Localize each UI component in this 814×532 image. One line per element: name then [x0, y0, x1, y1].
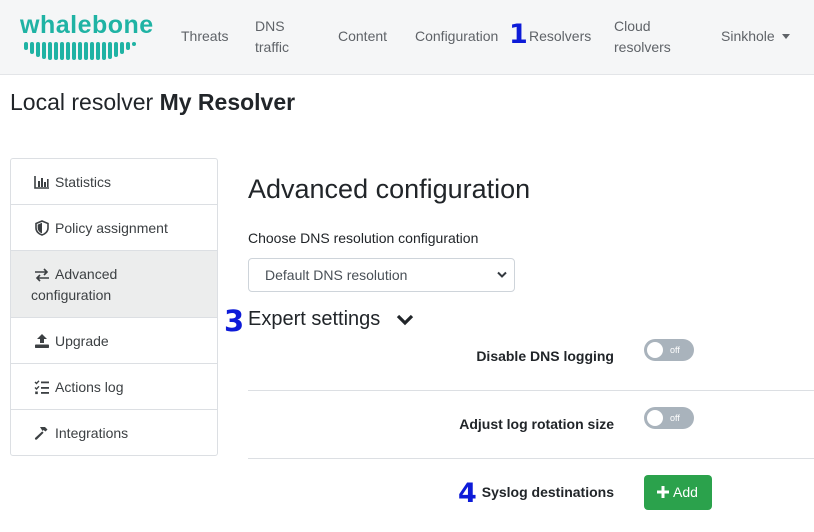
whalebone-logo[interactable]: whalebone [20, 12, 153, 60]
sidebar-item-policy-assignment[interactable]: Policy assignment [11, 205, 217, 251]
annotation-marker-1: 1 [509, 19, 528, 50]
sidebar-label-statistics: Statistics [55, 174, 112, 190]
syslog-destinations-label: Syslog destinations [481, 484, 614, 500]
row-divider [248, 458, 814, 459]
sidebar-item-integrations[interactable]: Integrations [11, 410, 217, 456]
nav-threats[interactable]: Threats [181, 26, 228, 47]
dns-resolution-label: Choose DNS resolution configuration [248, 230, 479, 246]
section-title: Advanced configuration [248, 174, 531, 204]
resolver-name: My Resolver [159, 89, 296, 115]
chevron-down-icon [497, 271, 507, 278]
logo-text: whalebone [20, 11, 154, 39]
row-divider [248, 390, 814, 391]
resolver-sidebar: Statistics Policy assignment Advanced co… [10, 158, 218, 456]
caret-down-icon [781, 33, 790, 39]
toggle-knob [647, 342, 663, 358]
sidebar-label-actions-log: Actions log [55, 379, 124, 395]
expert-settings-toggle[interactable]: Expert settings [248, 308, 380, 331]
toggle-state-text: off [670, 345, 680, 355]
sidebar-label-policy-assignment: Policy assignment [55, 220, 168, 236]
bar-chart-icon [34, 176, 49, 189]
upload-icon [35, 334, 49, 348]
chevron-down-icon[interactable] [396, 313, 414, 327]
nav-configuration[interactable]: Configuration [415, 26, 498, 47]
sidebar-item-advanced-configuration[interactable]: Advanced configuration [11, 251, 217, 318]
nav-dns-traffic-line2: traffic [255, 39, 289, 55]
add-syslog-destination-button[interactable]: Add [644, 475, 712, 510]
sidebar-label-upgrade: Upgrade [55, 333, 109, 349]
plus-icon [657, 486, 669, 498]
sidebar-label-advanced-line2: configuration [31, 287, 112, 303]
toggle-knob [647, 410, 663, 426]
add-button-label: Add [673, 484, 698, 500]
sidebar-item-upgrade[interactable]: Upgrade [11, 318, 217, 364]
hammer-icon [34, 427, 48, 440]
log-rotation-size-toggle[interactable]: off [644, 407, 694, 429]
page-title: Local resolver My Resolver [10, 89, 295, 116]
exchange-arrows-icon [35, 268, 49, 282]
nav-cloud-line2: resolvers [614, 39, 671, 55]
disable-dns-logging-label: Disable DNS logging [476, 348, 614, 364]
page-title-prefix: Local resolver [10, 89, 154, 115]
toggle-state-text: off [670, 413, 680, 423]
nav-cloud-line1: Cloud [614, 18, 651, 34]
sidebar-label-integrations: Integrations [55, 425, 129, 441]
checklist-icon [34, 380, 49, 395]
annotation-marker-3: 3 [224, 304, 245, 338]
nav-content[interactable]: Content [338, 26, 387, 47]
logo-waves-icon [24, 42, 136, 60]
dns-resolution-select-value: Default DNS resolution [265, 267, 408, 283]
sidebar-label-advanced-line1: Advanced [55, 266, 118, 282]
top-navbar: whalebone Threats DNS traffic Content Co… [0, 0, 814, 75]
nav-cloud-resolvers[interactable]: Cloud resolvers [614, 16, 671, 58]
nav-resolvers[interactable]: Resolvers [529, 26, 591, 47]
sidebar-item-actions-log[interactable]: Actions log [11, 364, 217, 410]
dns-resolution-select[interactable]: Default DNS resolution [248, 258, 515, 292]
nav-dns-traffic-line1: DNS [255, 18, 285, 34]
log-rotation-size-label: Adjust log rotation size [459, 416, 614, 432]
disable-dns-logging-toggle[interactable]: off [644, 339, 694, 361]
nav-sinkhole-label: Sinkhole [721, 28, 775, 44]
nav-dns-traffic[interactable]: DNS traffic [255, 16, 289, 58]
nav-sinkhole-dropdown[interactable]: Sinkhole [721, 26, 790, 47]
shield-icon [35, 220, 49, 236]
sidebar-item-statistics[interactable]: Statistics [11, 159, 217, 205]
